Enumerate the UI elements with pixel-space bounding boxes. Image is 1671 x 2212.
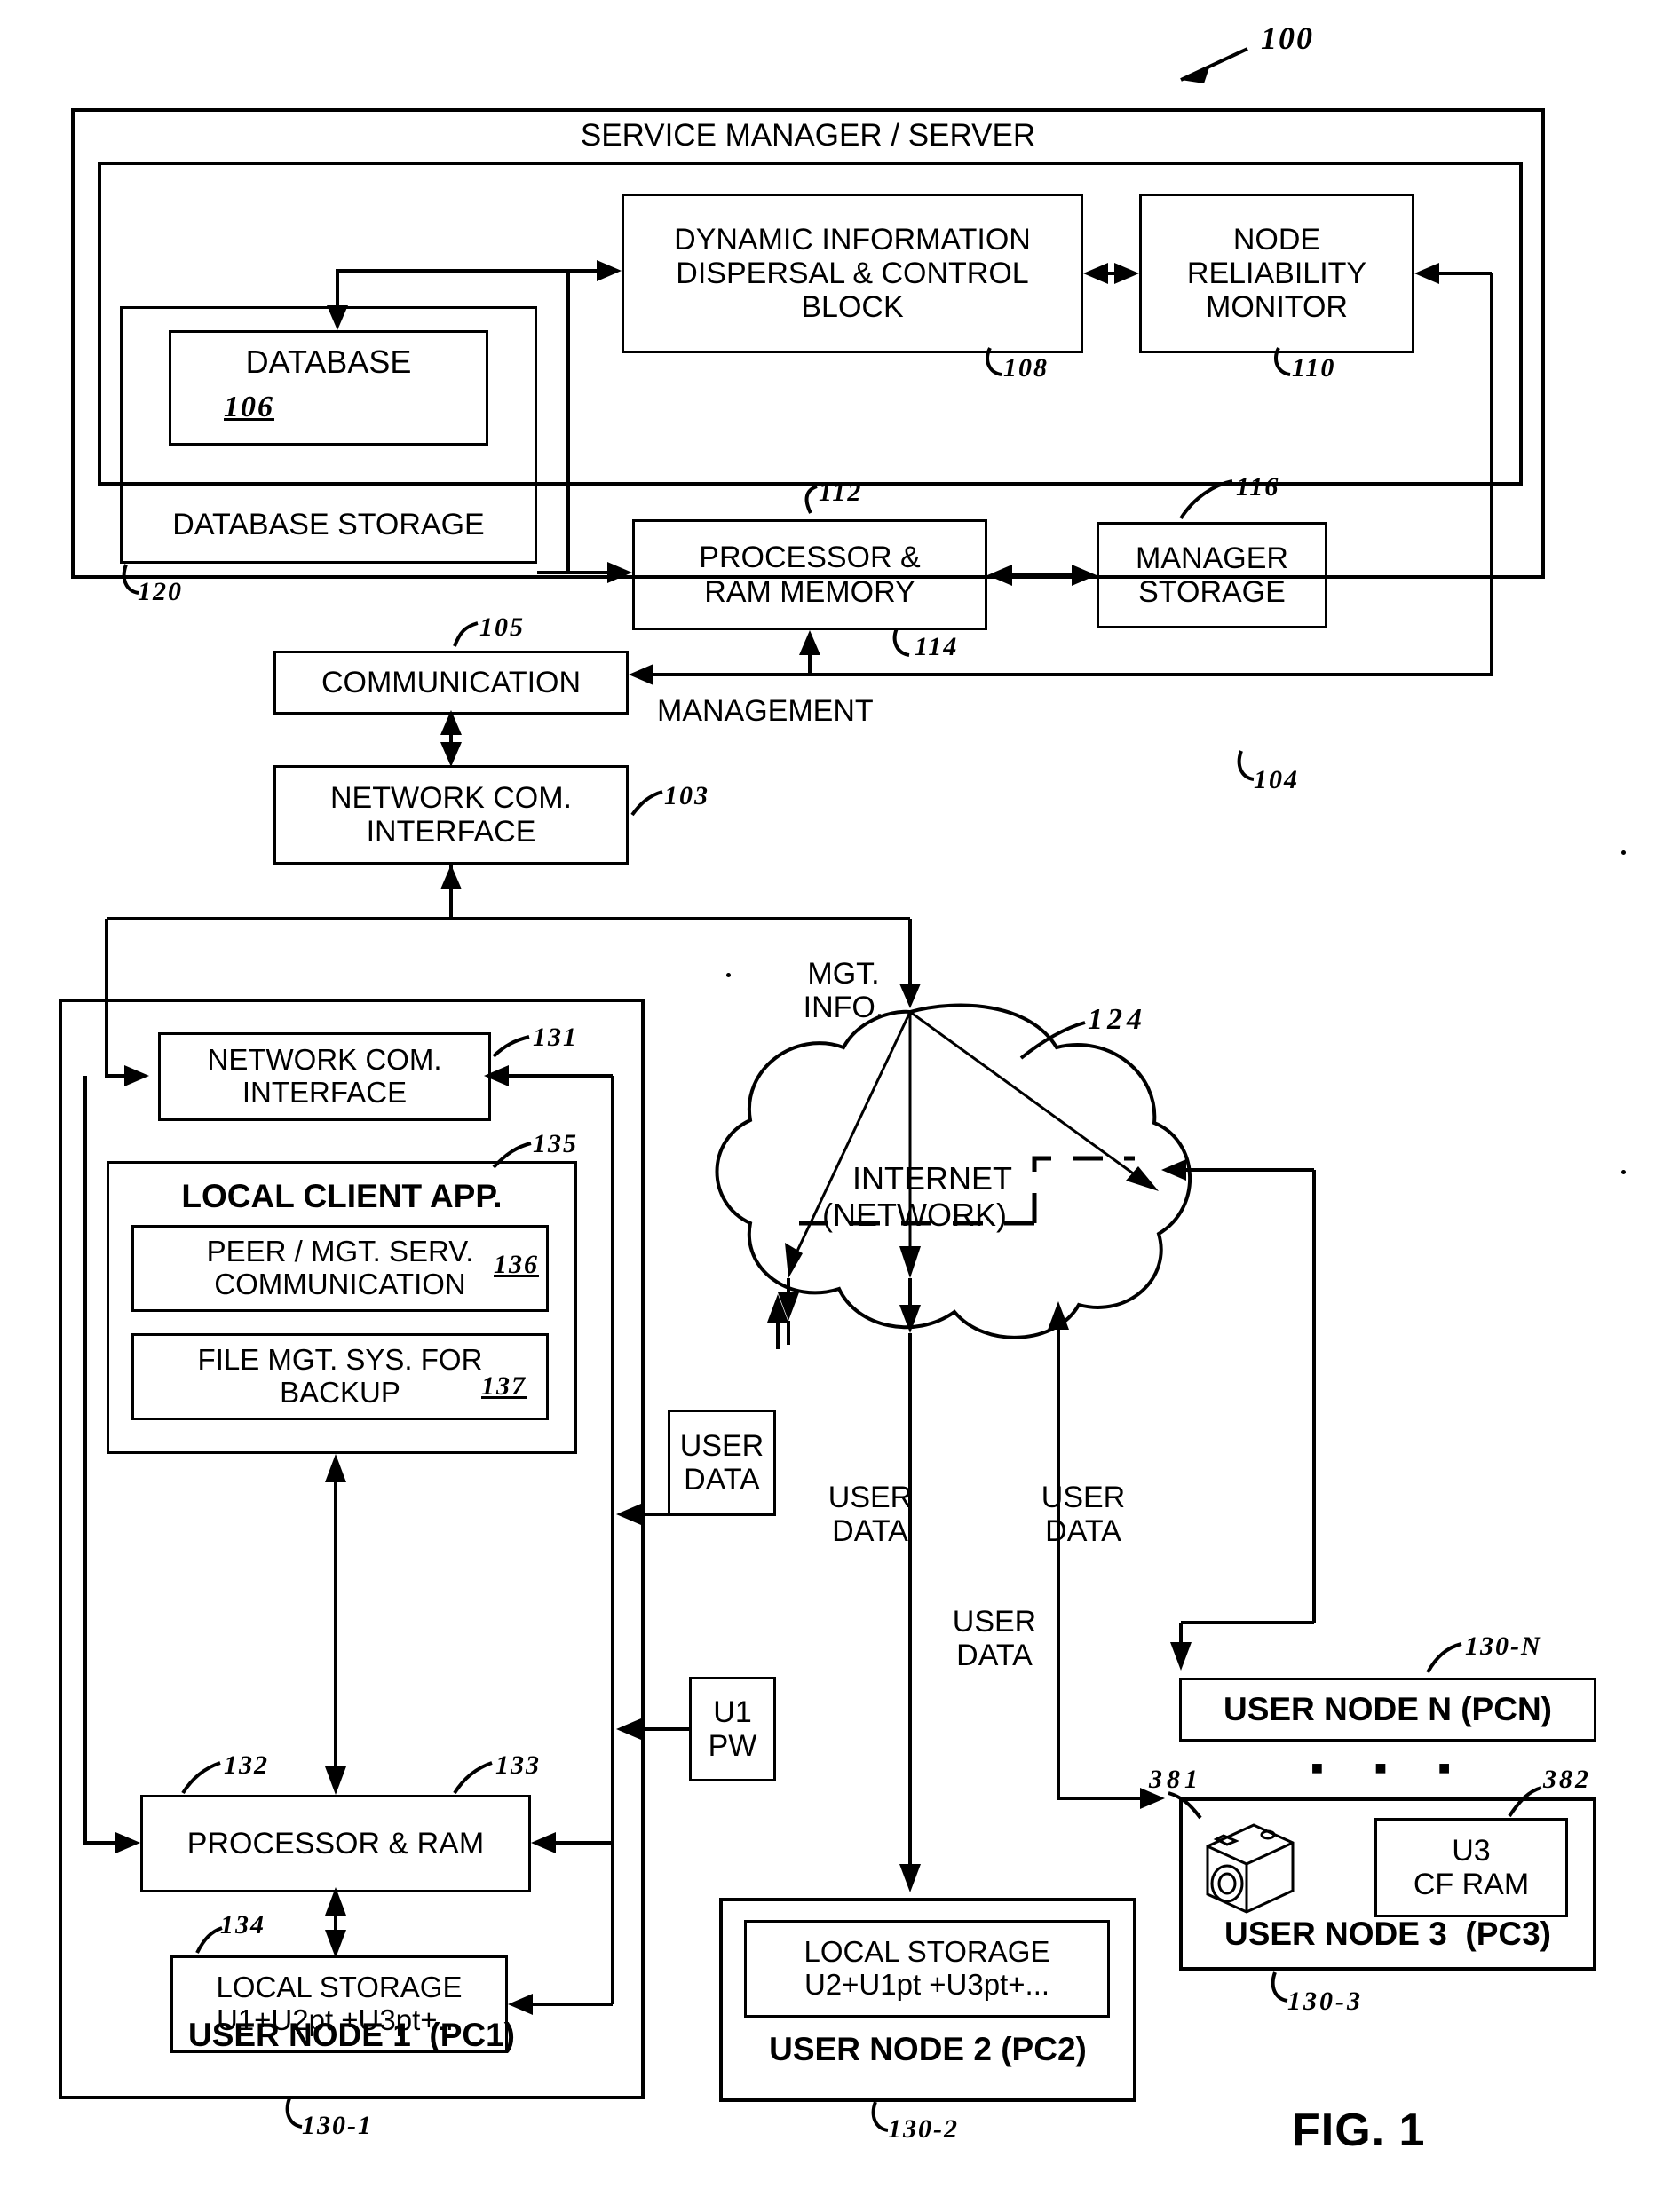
- ref-131: 131: [533, 1023, 578, 1052]
- ref-108: 108: [1003, 353, 1049, 383]
- node2-local-storage-label: LOCAL STORAGE U2+U1pt +U3pt+...: [804, 1935, 1050, 2001]
- ref-134: 134: [220, 1910, 265, 1939]
- local-client-app-title: LOCAL CLIENT APP.: [181, 1178, 503, 1214]
- node1-processor-label: PROCESSOR & RAM: [186, 1826, 485, 1860]
- dispersal-block-label: DYNAMIC INFORMATION DISPERSAL & CONTROL …: [674, 222, 1031, 325]
- ref-116: 116: [1236, 472, 1280, 502]
- page-artifact-dot-mid: [1621, 1170, 1626, 1174]
- ref-124: 124: [1088, 1003, 1146, 1036]
- management-label: MANAGEMENT: [657, 694, 874, 728]
- communication-block: COMMUNICATION: [273, 651, 629, 715]
- manager-storage-block: MANAGER STORAGE: [1097, 522, 1327, 628]
- node-reliability-monitor-block: NODE RELIABILITY MONITOR: [1139, 194, 1414, 353]
- user-data-3-label: USER DATA: [1041, 1481, 1126, 1549]
- user-data-2-label: USER DATA: [828, 1481, 913, 1549]
- node1-local-storage-block: LOCAL STORAGE U1+U2pt +U3pt+...: [170, 1955, 508, 2053]
- ref-130-3: 130-3: [1287, 1987, 1363, 2016]
- database-storage-label: DATABASE STORAGE: [172, 508, 485, 541]
- nodes-ellipsis: ■ ■ ■: [1311, 1757, 1460, 1779]
- database-label: DATABASE: [245, 344, 412, 380]
- file-mgt-label: FILE MGT. SYS. FOR BACKUP: [197, 1343, 483, 1409]
- u1-password-box: U1 PW: [689, 1677, 776, 1781]
- user-node-n-box: USER NODE N (PCN): [1179, 1678, 1596, 1742]
- ref-382: 382: [1543, 1765, 1591, 1794]
- ref-system-100: 100: [1261, 20, 1314, 56]
- u3-cf-ram-block: U3 CF RAM: [1374, 1818, 1568, 1917]
- server-title: SERVICE MANAGER / SERVER: [580, 118, 1036, 153]
- ref-136: 136: [494, 1250, 539, 1279]
- ref-105: 105: [479, 612, 525, 642]
- ref-132: 132: [224, 1750, 269, 1780]
- peer-mgt-label: PEER / MGT. SERV. COMMUNICATION: [206, 1235, 474, 1300]
- ref-114: 114: [915, 632, 959, 661]
- ref-120: 120: [138, 577, 183, 606]
- ref-104: 104: [1254, 765, 1299, 794]
- ref-137: 137: [481, 1371, 527, 1401]
- ref-106: 106: [224, 391, 274, 423]
- ref-133: 133: [495, 1750, 541, 1780]
- server-network-com-interface-block: NETWORK COM. INTERFACE: [273, 765, 629, 865]
- processor-ram-memory-block: PROCESSOR & RAM MEMORY: [632, 519, 987, 630]
- u1-pw-label: U1 PW: [708, 1695, 757, 1763]
- figure-label: FIG. 1: [1292, 2105, 1426, 2156]
- cloud-text: INTERNET (NETWORK): [822, 1160, 1012, 1233]
- user-data-4-label: USER DATA: [952, 1605, 1037, 1673]
- dynamic-information-dispersal-control-block: DYNAMIC INFORMATION DISPERSAL & CONTROL …: [622, 194, 1083, 353]
- ref-103: 103: [664, 781, 709, 810]
- node-reliability-monitor-label: NODE RELIABILITY MONITOR: [1186, 222, 1367, 325]
- user-node-2-title: USER NODE 2 (PC2): [769, 2031, 1087, 2067]
- node1-local-storage-label: LOCAL STORAGE U1+U2pt +U3pt+...: [216, 1971, 463, 2036]
- ref-110: 110: [1292, 353, 1336, 383]
- page-artifact-dot-right: [1621, 850, 1626, 855]
- user-node-3-title: USER NODE 3 (PC3): [1224, 1916, 1551, 1952]
- server-nci-label: NETWORK COM. INTERFACE: [330, 780, 572, 849]
- node1-network-com-interface-block: NETWORK COM. INTERFACE: [158, 1032, 491, 1121]
- communication-label: COMMUNICATION: [321, 665, 582, 699]
- internet-cloud-label: INTERNET (NETWORK): [786, 1126, 1043, 1268]
- user-node-n-title: USER NODE N (PCN): [1223, 1691, 1553, 1728]
- node1-processor-ram-block: PROCESSOR & RAM: [140, 1795, 531, 1892]
- patent-figure-1: 100 SERVICE MANAGER / SERVER 104 DYNAMIC…: [0, 0, 1671, 2212]
- processor-ram-memory-label: PROCESSOR & RAM MEMORY: [699, 541, 921, 609]
- node1-nci-label: NETWORK COM. INTERFACE: [207, 1043, 442, 1109]
- peer-mgt-serv-communication-block: PEER / MGT. SERV. COMMUNICATION: [131, 1225, 549, 1312]
- node2-local-storage-block: LOCAL STORAGE U2+U1pt +U3pt+...: [744, 1920, 1110, 2018]
- ref-130-2: 130-2: [888, 2114, 959, 2144]
- ref-130-1: 130-1: [302, 2111, 373, 2140]
- ref-135: 135: [533, 1129, 578, 1158]
- ref-130-N: 130-N: [1465, 1631, 1542, 1661]
- ref-381: 381: [1149, 1765, 1202, 1794]
- manager-storage-label: MANAGER STORAGE: [1136, 541, 1288, 609]
- page-artifact-dot-top: [726, 973, 731, 977]
- mgt-info-label: MGT. INFO.: [803, 957, 884, 1025]
- user-data-1-label: USER DATA: [679, 1429, 764, 1497]
- u3-cf-ram-label: U3 CF RAM: [1413, 1833, 1530, 1901]
- ref-112: 112: [819, 478, 863, 507]
